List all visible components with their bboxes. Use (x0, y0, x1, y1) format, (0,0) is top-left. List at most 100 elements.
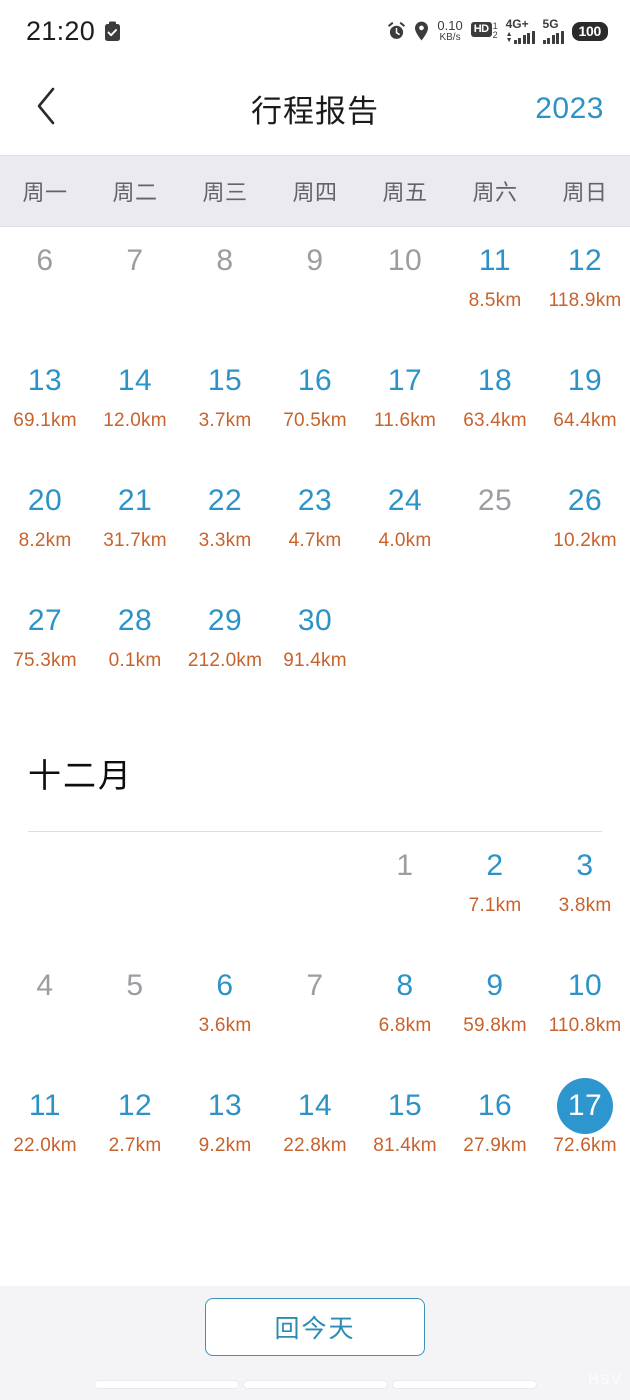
android-navigation-bar: HSV (0, 1368, 630, 1400)
day-distance: 118.9km (548, 290, 622, 311)
day-cell[interactable]: 7 (90, 227, 180, 347)
day-number: 8 (216, 244, 234, 277)
day-distance: 4.0km (378, 530, 432, 551)
day-cell[interactable]: 25 (450, 467, 540, 587)
day-cell[interactable]: 21 31.7km (90, 467, 180, 587)
sim1-signal-icon: 4G+ ▲ ▼ (506, 18, 535, 44)
network-speed-unit: KB/s (439, 32, 461, 43)
day-cell-empty (360, 587, 450, 707)
back-button[interactable] (22, 85, 70, 133)
day-cell[interactable]: 14 12.0km (90, 347, 180, 467)
day-cell[interactable]: 5 (90, 952, 180, 1072)
hd-label: HD (470, 21, 492, 37)
day-cell[interactable]: 11 8.5km (450, 227, 540, 347)
day-distance: 4.7km (288, 530, 342, 551)
day-cell[interactable]: 8 6.8km (360, 952, 450, 1072)
day-cell[interactable]: 29 212.0km (180, 587, 270, 707)
day-cell[interactable]: 16 27.9km (450, 1072, 540, 1192)
nav-back-button[interactable] (391, 1379, 537, 1389)
month-title: 十二月 (28, 757, 133, 794)
day-number: 3 (576, 849, 594, 882)
day-number: 15 (387, 1089, 423, 1122)
day-cell[interactable]: 19 64.4km (540, 347, 630, 467)
day-distance: 7.1km (468, 895, 522, 916)
day-number: 11 (478, 244, 512, 277)
day-cell[interactable]: 12 2.7km (90, 1072, 180, 1192)
day-number: 16 (297, 364, 333, 397)
day-cell[interactable]: 20 8.2km (0, 467, 90, 587)
day-cell[interactable]: 13 69.1km (0, 347, 90, 467)
day-distance: 110.8km (548, 1015, 622, 1036)
week-row: 1 2 7.1km 3 3.8km (0, 832, 630, 952)
day-distance: 9.2km (198, 1135, 252, 1156)
back-to-today-button[interactable]: 回今天 (205, 1298, 425, 1356)
day-distance: 22.8km (283, 1135, 347, 1156)
day-cell[interactable]: 13 9.2km (180, 1072, 270, 1192)
day-number: 30 (297, 604, 333, 637)
day-cell[interactable]: 16 70.5km (270, 347, 360, 467)
day-cell[interactable]: 23 4.7km (270, 467, 360, 587)
day-cell[interactable]: 4 (0, 952, 90, 1072)
day-cell[interactable]: 15 3.7km (180, 347, 270, 467)
day-number: 9 (486, 969, 504, 1002)
day-number: 29 (207, 604, 243, 637)
day-cell[interactable]: 1 (360, 832, 450, 952)
day-distance: 72.6km (553, 1135, 617, 1156)
year-selector[interactable]: 2023 (535, 92, 604, 126)
day-cell[interactable]: 2 7.1km (450, 832, 540, 952)
day-distance: 12.0km (103, 410, 167, 431)
day-distance: 59.8km (463, 1015, 527, 1036)
network-speed-value: 0.10 (437, 18, 463, 33)
day-cell[interactable]: 17 11.6km (360, 347, 450, 467)
calendar-scroll-area[interactable]: 6 7 8 9 10 11 8.5km 12 118.9km 13 69.1km 14 12.0km 15… (0, 227, 630, 1286)
day-cell[interactable]: 6 3.6km (180, 952, 270, 1072)
day-number-today: 17 (557, 1078, 613, 1134)
day-cell[interactable]: 17 72.6km (540, 1072, 630, 1192)
day-number: 4 (36, 969, 54, 1002)
day-cell[interactable]: 7 (270, 952, 360, 1072)
day-number: 10 (387, 244, 423, 277)
day-cell[interactable]: 15 81.4km (360, 1072, 450, 1192)
day-number: 13 (27, 364, 63, 397)
day-cell[interactable]: 26 10.2km (540, 467, 630, 587)
day-cell[interactable]: 8 (180, 227, 270, 347)
day-cell[interactable]: 14 22.8km (270, 1072, 360, 1192)
day-cell[interactable]: 10 (360, 227, 450, 347)
hd-sim-indicator: 1 2 (493, 21, 498, 41)
weekday-friday: 周五 (382, 180, 428, 205)
day-distance: 11.6km (373, 410, 437, 431)
day-cell[interactable]: 6 (0, 227, 90, 347)
day-number: 23 (297, 484, 333, 517)
day-distance: 63.4km (463, 410, 527, 431)
day-number: 26 (567, 484, 603, 517)
day-distance: 3.8km (558, 895, 612, 916)
sim1-signal-bars (513, 31, 535, 44)
day-cell[interactable]: 12 118.9km (540, 227, 630, 347)
day-distance: 212.0km (187, 650, 263, 671)
nav-recents-button[interactable] (93, 1379, 239, 1389)
day-number: 2 (486, 849, 504, 882)
day-number: 17 (387, 364, 423, 397)
day-number: 14 (117, 364, 153, 397)
day-cell[interactable]: 27 75.3km (0, 587, 90, 707)
day-distance: 69.1km (13, 410, 77, 431)
day-cell[interactable]: 18 63.4km (450, 347, 540, 467)
app-bar: 行程报告 2023 (0, 62, 630, 155)
day-cell[interactable]: 30 91.4km (270, 587, 360, 707)
month-title-wrap: 十二月 (0, 707, 630, 831)
day-cell[interactable]: 10 110.8km (540, 952, 630, 1072)
day-cell[interactable]: 9 59.8km (450, 952, 540, 1072)
day-distance: 91.4km (283, 650, 347, 671)
nav-home-button[interactable] (242, 1379, 388, 1389)
day-distance: 3.3km (198, 530, 252, 551)
day-cell[interactable]: 9 (270, 227, 360, 347)
day-distance: 64.4km (553, 410, 617, 431)
day-cell[interactable]: 11 22.0km (0, 1072, 90, 1192)
day-cell[interactable]: 24 4.0km (360, 467, 450, 587)
day-cell[interactable]: 28 0.1km (90, 587, 180, 707)
day-cell[interactable]: 22 3.3km (180, 467, 270, 587)
day-cell-empty (180, 832, 270, 952)
day-number: 9 (306, 244, 324, 277)
day-number: 14 (297, 1089, 333, 1122)
day-cell[interactable]: 3 3.8km (540, 832, 630, 952)
